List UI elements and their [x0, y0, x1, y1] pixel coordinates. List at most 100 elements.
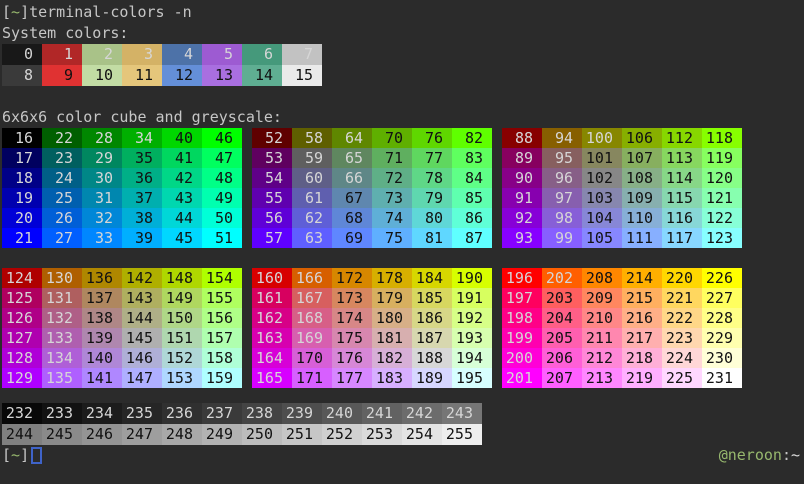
color-cell-242: 242 [402, 403, 442, 424]
color-cell-235: 235 [122, 403, 162, 424]
prompt-bracket-close: ] [20, 3, 29, 21]
color-cell-184: 184 [412, 268, 452, 288]
color-cell-245: 245 [42, 424, 82, 445]
color-cell-30: 30 [82, 168, 122, 188]
color-cell-247: 247 [122, 424, 162, 445]
color-cell-34: 34 [122, 128, 162, 148]
color-cell-44: 44 [162, 208, 202, 228]
color-cell-131: 131 [42, 288, 82, 308]
color-cell-103: 103 [582, 188, 622, 208]
color-cell-237: 237 [202, 403, 242, 424]
color-cell-2: 2 [82, 44, 122, 65]
color-cell-59: 59 [292, 148, 332, 168]
color-cell-172: 172 [332, 268, 372, 288]
blank-line [2, 86, 804, 107]
color-cell-11: 11 [122, 65, 162, 86]
color-cell-248: 248 [162, 424, 202, 445]
color-row: 124130136142148154 [2, 268, 242, 288]
color-cell-96: 96 [542, 168, 582, 188]
color-cell-108: 108 [622, 168, 662, 188]
color-cell-203: 203 [542, 288, 582, 308]
color-cell-222: 222 [662, 308, 702, 328]
color-cell-110: 110 [622, 208, 662, 228]
color-cell-195: 195 [452, 368, 492, 388]
color-cell-221: 221 [662, 288, 702, 308]
color-cell-150: 150 [162, 308, 202, 328]
color-row: 01234567 [2, 44, 804, 65]
color-cell-24: 24 [42, 168, 82, 188]
color-cell-76: 76 [412, 128, 452, 148]
color-row: 576369758187 [252, 228, 492, 248]
color-cell-119: 119 [702, 148, 742, 168]
color-cell-32: 32 [82, 208, 122, 228]
color-cell-151: 151 [162, 328, 202, 348]
color-cell-69: 69 [332, 228, 372, 248]
color-cell-3: 3 [122, 44, 162, 65]
color-cell-154: 154 [202, 268, 242, 288]
color-cell-219: 219 [622, 368, 662, 388]
color-cell-133: 133 [42, 328, 82, 348]
color-cell-52: 52 [252, 128, 292, 148]
color-cell-57: 57 [252, 228, 292, 248]
color-cell-212: 212 [582, 348, 622, 368]
color-cell-191: 191 [452, 288, 492, 308]
color-cell-204: 204 [542, 308, 582, 328]
color-row: 232233234235236237238239240241242243 [2, 403, 804, 424]
color-cell-189: 189 [412, 368, 452, 388]
color-cell-234: 234 [82, 403, 122, 424]
color-cell-139: 139 [82, 328, 122, 348]
color-row: 126132138144150156 [2, 308, 242, 328]
color-cell-238: 238 [242, 403, 282, 424]
color-row: 164170176182188194 [252, 348, 492, 368]
color-cell-132: 132 [42, 308, 82, 328]
color-cell-144: 144 [122, 308, 162, 328]
color-cell-65: 65 [332, 148, 372, 168]
color-cell-176: 176 [332, 348, 372, 368]
color-cell-244: 244 [2, 424, 42, 445]
color-cell-9: 9 [42, 65, 82, 86]
color-cell-50: 50 [202, 208, 242, 228]
command-line: [~]terminal-colors -n [2, 2, 804, 23]
color-cell-217: 217 [622, 328, 662, 348]
color-cell-118: 118 [702, 128, 742, 148]
greyscale-table: 2322332342352362372382392402412422432442… [2, 403, 804, 445]
color-cell-106: 106 [622, 128, 662, 148]
color-cell-81: 81 [412, 228, 452, 248]
color-cell-215: 215 [622, 288, 662, 308]
color-cell-87: 87 [452, 228, 492, 248]
color-cell-41: 41 [162, 148, 202, 168]
color-cell-48: 48 [202, 168, 242, 188]
color-cell-243: 243 [442, 403, 482, 424]
color-cell-12: 12 [162, 65, 202, 86]
color-row: 244245246247248249250251252253254255 [2, 424, 804, 445]
color-cell-192: 192 [452, 308, 492, 328]
color-cell-90: 90 [502, 168, 542, 188]
color-cell-128: 128 [2, 348, 42, 368]
cube-label: 6x6x6 color cube and greyscale: [2, 107, 804, 128]
color-cell-149: 149 [162, 288, 202, 308]
color-row: 566268748086 [252, 208, 492, 228]
color-cell-45: 45 [162, 228, 202, 248]
cube-block-88-123: 8894100106112118899510110711311990961021… [502, 128, 742, 248]
color-cell-159: 159 [202, 368, 242, 388]
color-cell-104: 104 [582, 208, 622, 228]
color-cell-147: 147 [122, 368, 162, 388]
color-cell-165: 165 [252, 368, 292, 388]
color-cell-15: 15 [282, 65, 322, 86]
color-cell-227: 227 [702, 288, 742, 308]
color-row: 163169175181187193 [252, 328, 492, 348]
status-user: @neroon [719, 446, 782, 464]
color-cell-82: 82 [452, 128, 492, 148]
status-right: @neroon:~ [719, 445, 800, 466]
color-cell-124: 124 [2, 268, 42, 288]
color-cell-130: 130 [42, 268, 82, 288]
color-cell-40: 40 [162, 128, 202, 148]
terminal-window[interactable]: [~]terminal-colors -n System colors: 012… [0, 0, 804, 484]
color-row: 8995101107113119 [502, 148, 742, 168]
color-row: 9197103109115121 [502, 188, 742, 208]
color-cell-188: 188 [412, 348, 452, 368]
color-cell-205: 205 [542, 328, 582, 348]
color-cell-246: 246 [82, 424, 122, 445]
color-cell-196: 196 [502, 268, 542, 288]
color-cell-135: 135 [42, 368, 82, 388]
